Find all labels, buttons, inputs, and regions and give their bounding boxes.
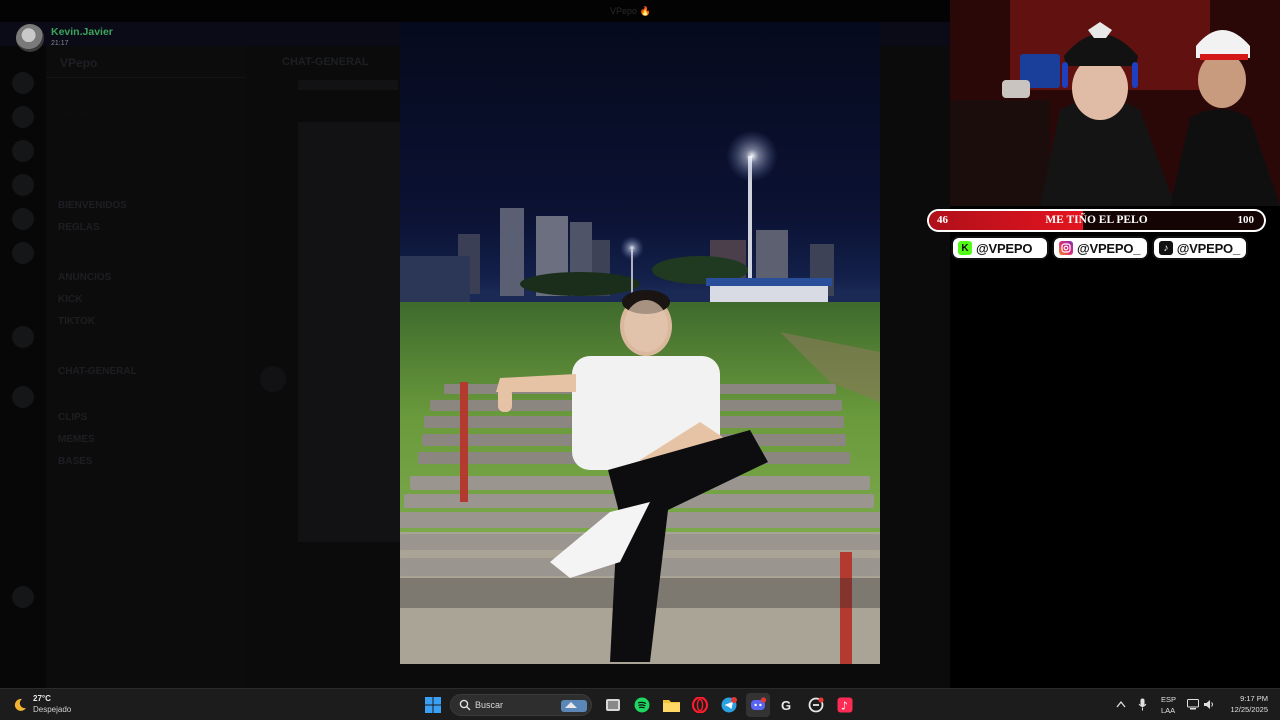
windows-taskbar: 27°C Despejado Buscar G ♪ ESP LAA 9:17 P… — [0, 688, 1280, 720]
social-badge-tiktok: ♪ @VPEPO_ — [1152, 236, 1248, 260]
channel-item[interactable]: REGLAS — [58, 222, 100, 238]
search-placeholder: Buscar — [475, 700, 504, 710]
volume-icon[interactable] — [1203, 699, 1215, 710]
goal-bar-track: 46 ME TIÑO EL PELO 100 — [929, 211, 1264, 230]
tiktok-icon[interactable]: ♪ — [833, 693, 857, 717]
task-view-icon[interactable] — [601, 693, 625, 717]
message-placeholder — [298, 80, 398, 90]
image-attachment-placeholder — [298, 122, 402, 542]
shared-photo[interactable] — [400, 22, 880, 664]
social-badge-kick: K @VPEPO — [951, 236, 1049, 260]
svg-text:G: G — [781, 698, 791, 713]
server-name: VPepo — [60, 56, 98, 70]
chevron-up-icon[interactable] — [1116, 700, 1126, 708]
capcut-icon[interactable] — [804, 693, 828, 717]
channel-item[interactable]: BASES — [58, 456, 92, 472]
steam-icon[interactable]: G — [775, 693, 799, 717]
channel-list: VPepo · · · · · · · · BIENVENIDOS REGLAS… — [46, 46, 246, 688]
spotify-icon[interactable] — [630, 693, 654, 717]
server-icon[interactable] — [12, 242, 34, 264]
author-name[interactable]: Kevin.Javier — [51, 26, 113, 38]
server-icon[interactable] — [12, 208, 34, 230]
svg-text:♪: ♪ — [841, 700, 848, 713]
server-icon[interactable] — [12, 72, 34, 94]
search-icon — [459, 699, 471, 711]
avatar — [260, 366, 286, 392]
taskbar-clock-time[interactable]: 9:17 PM — [1240, 694, 1268, 703]
channel-item[interactable]: ANUNCIOS — [58, 272, 111, 288]
social-handle: @VPEPO_ — [1077, 240, 1141, 256]
instagram-icon — [1059, 241, 1073, 255]
windows-start-icon[interactable] — [421, 693, 445, 717]
server-icon[interactable] — [12, 174, 34, 196]
channel-item[interactable]: TIKTOK — [58, 316, 95, 332]
search-highlight-icon — [561, 700, 587, 712]
moon-weather-icon[interactable] — [12, 697, 28, 713]
discord-icon[interactable] — [746, 693, 770, 717]
chat-title: CHAT-GENERAL — [282, 56, 369, 68]
opera-icon[interactable] — [688, 693, 712, 717]
server-icon[interactable] — [12, 386, 34, 408]
keyboard-layout[interactable]: LAA — [1161, 706, 1175, 715]
channel-item[interactable]: KICK — [58, 294, 82, 310]
streamer-webcam — [950, 0, 1280, 206]
server-icon[interactable] — [12, 326, 34, 348]
window-title: VPepo 🔥 — [610, 6, 651, 16]
photo-illustration — [400, 130, 880, 664]
network-icon[interactable] — [1187, 699, 1199, 710]
goal-label: ME TIÑO EL PELO — [1045, 214, 1148, 226]
weather-temperature[interactable]: 27°C — [33, 694, 51, 703]
category-placeholder: · · · · · · · · — [58, 108, 100, 118]
microphone-icon[interactable] — [1138, 698, 1147, 711]
server-rail — [0, 46, 46, 688]
add-server-icon[interactable] — [12, 586, 34, 608]
kick-icon: K — [958, 241, 972, 255]
server-header[interactable]: VPepo — [46, 46, 246, 78]
social-handle: @VPEPO_ — [1176, 240, 1241, 256]
channel-item[interactable]: CLIPS — [58, 412, 87, 428]
server-icon[interactable] — [12, 106, 34, 128]
weather-description[interactable]: Despejado — [33, 705, 71, 714]
channel-item[interactable]: CHAT-GENERAL — [58, 366, 137, 382]
file-explorer-icon[interactable] — [659, 693, 683, 717]
message-timestamp: 21:17 — [51, 40, 69, 47]
keyboard-language[interactable]: ESP — [1161, 695, 1176, 704]
taskbar-search-box[interactable]: Buscar — [450, 694, 592, 716]
channel-item[interactable]: BIENVENIDOS — [58, 200, 127, 216]
channel-item[interactable]: MEMES — [58, 434, 95, 450]
avatar[interactable] — [16, 24, 44, 52]
server-icon[interactable] — [12, 140, 34, 162]
tiktok-icon: ♪ — [1159, 241, 1173, 255]
telegram-icon[interactable] — [717, 693, 741, 717]
social-badge-instagram: @VPEPO_ — [1052, 236, 1149, 260]
social-handle: @VPEPO — [976, 240, 1033, 256]
taskbar-clock-date[interactable]: 12/25/2025 — [1230, 705, 1268, 714]
goal-target-value: 100 — [1237, 214, 1255, 226]
webcam-illustration — [950, 0, 1280, 206]
subscriber-goal-bar: 46 ME TIÑO EL PELO 100 — [927, 209, 1266, 232]
